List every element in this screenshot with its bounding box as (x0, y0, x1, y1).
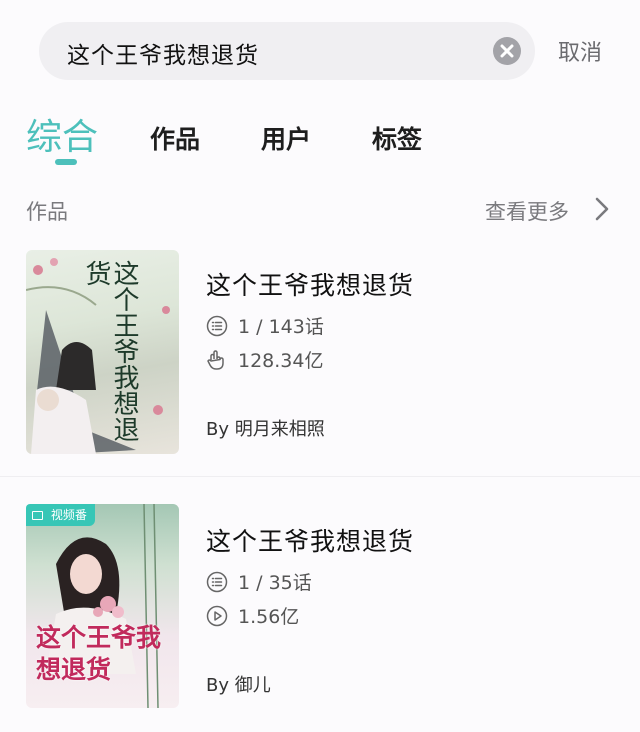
tab-works[interactable]: 作品 (150, 120, 200, 156)
play-count: 1.56亿 (206, 602, 299, 629)
cover-title: 这个王爷我想退货 (81, 260, 139, 442)
author-name[interactable]: By 明月来相照 (206, 415, 325, 441)
chapter-count: 1 / 35话 (206, 568, 312, 595)
play-count-text: 1.56亿 (238, 606, 300, 628)
search-input[interactable]: 这个王爷我想退货 (39, 22, 535, 80)
play-icon (206, 605, 228, 626)
section-title: 作品 (26, 200, 68, 224)
cover-image[interactable]: 这个王爷我想退货 (26, 504, 179, 708)
active-tab-indicator (55, 159, 77, 165)
video-badge: 视频番 (26, 504, 95, 526)
video-badge-icon (32, 511, 43, 520)
cover-title: 这个王爷我想退货 (36, 623, 162, 684)
cancel-button[interactable]: 取消 (558, 35, 602, 67)
tab-users[interactable]: 用户 (261, 120, 311, 156)
clear-search-button[interactable] (493, 37, 521, 65)
list-icon (206, 571, 228, 592)
work-title[interactable]: 这个王爷我想退货 (206, 522, 414, 558)
chevron-right-icon[interactable] (592, 196, 612, 222)
like-count-text: 128.34亿 (238, 350, 324, 372)
author-name[interactable]: By 御儿 (206, 671, 271, 697)
divider (0, 476, 640, 477)
result-tabs: 综合 作品 用户 标签 (0, 100, 640, 180)
list-icon (206, 315, 228, 336)
tab-tags[interactable]: 标签 (372, 120, 422, 156)
chapter-count-text: 1 / 143话 (238, 316, 324, 338)
work-title[interactable]: 这个王爷我想退货 (206, 266, 414, 302)
search-bar: 这个王爷我想退货 取消 (0, 0, 640, 100)
like-icon (207, 349, 224, 370)
like-count: 128.34亿 (206, 346, 323, 373)
chapter-count: 1 / 143话 (206, 312, 324, 339)
video-badge-text: 视频番 (50, 508, 87, 522)
close-icon (500, 44, 514, 58)
tab-all[interactable]: 综合 (26, 108, 98, 160)
chapter-count-text: 1 / 35话 (238, 572, 312, 594)
search-query-text: 这个王爷我想退货 (67, 43, 259, 69)
see-more-link[interactable]: 查看更多 (485, 196, 569, 226)
cover-image[interactable]: 这个王爷我想退货 (26, 250, 179, 454)
